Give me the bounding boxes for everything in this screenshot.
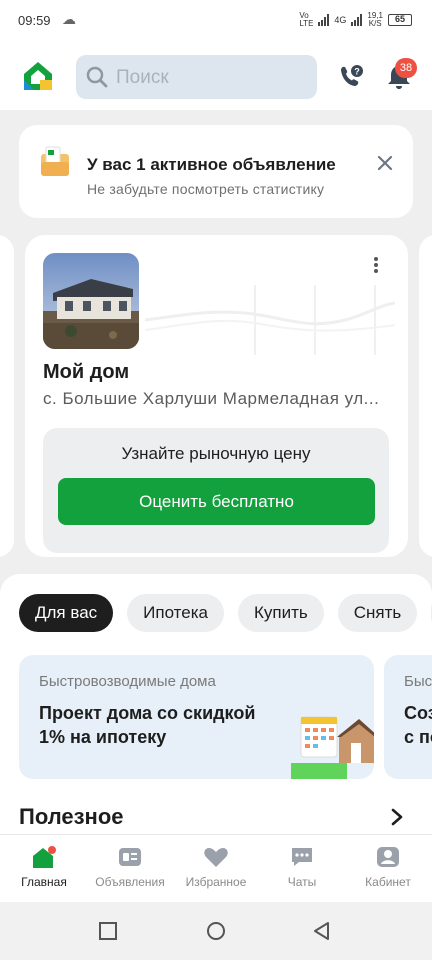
more-options-icon[interactable] [371, 255, 381, 277]
signal-icon-2 [351, 14, 363, 26]
listing-address: с. Большие Харлуши Мармеладная ул... [43, 389, 380, 408]
tab-home-label: Главная [21, 875, 67, 889]
tab-chats[interactable]: Чаты [259, 845, 345, 889]
feed-section: Для вас Ипотека Купить Снять Быстровозво… [0, 574, 432, 834]
search-field[interactable]: Поиск [76, 55, 317, 99]
call-help-icon[interactable]: ? [336, 62, 366, 92]
category-chips: Для вас Ипотека Купить Снять [19, 594, 432, 632]
chip-rent[interactable]: Снять [337, 594, 418, 632]
main-content[interactable]: У вас 1 активное объявление Не забудьте … [0, 110, 432, 834]
clock: 09:59 [18, 13, 51, 28]
search-placeholder: Поиск [116, 67, 169, 88]
tab-profile-label: Кабинет [365, 875, 411, 889]
tab-profile[interactable]: Кабинет [345, 845, 431, 889]
promo-headline: Проект дома со скидкой 1% на ипотеку [39, 703, 256, 747]
heart-icon [204, 848, 228, 867]
tab-favorites-label: Избранное [185, 875, 247, 889]
promo2-category: Быс [404, 673, 432, 690]
app-header: Поиск ? [0, 42, 432, 110]
promo2-headline: Созс по [404, 703, 432, 747]
promo-card-prefab-houses[interactable]: Быстровозводимые дома Проект дома со ски… [19, 655, 374, 779]
notice-subtitle: Не забудьте посмотреть статистику [87, 181, 325, 197]
close-icon[interactable] [377, 155, 393, 171]
tab-listings[interactable]: Объявления [87, 845, 173, 889]
market-price-hint: Узнайте рыночную цену [121, 444, 311, 463]
bottom-tab-bar: Главная Объявления Избранное Чаты Кабине… [0, 834, 432, 902]
tab-favorites[interactable]: Избранное [173, 845, 259, 889]
app-logo-icon[interactable] [20, 58, 56, 94]
back-triangle-icon[interactable] [312, 921, 332, 941]
chip-for-you[interactable]: Для вас [19, 594, 114, 632]
home-icon [33, 846, 56, 868]
chat-icon [292, 848, 312, 866]
chip-mortgage[interactable]: Ипотека [127, 594, 224, 632]
tab-chats-label: Чаты [287, 875, 317, 889]
listing-document-icon [41, 146, 69, 176]
listings-icon [119, 848, 141, 866]
system-navigation-bar [0, 902, 432, 960]
battery-icon: 65 [388, 14, 412, 26]
promo-category: Быстровозводимые дома [39, 673, 216, 690]
active-listing-notice[interactable]: У вас 1 активное объявление Не забудьте … [19, 125, 413, 218]
my-home-card[interactable]: Мой дом с. Большие Харлуши Мармеладная у… [25, 235, 408, 557]
house-photo [43, 253, 139, 349]
listing-name: Мой дом [43, 361, 130, 383]
price-chart-decoration [145, 285, 395, 355]
previous-card-peek[interactable] [0, 235, 14, 557]
cloud-icon: ☁ [62, 11, 76, 27]
tab-home[interactable]: Главная [1, 845, 87, 889]
network-type: 4G [334, 15, 347, 25]
network-speed: 19,1 K/S [367, 11, 383, 28]
promo-house-calendar-illustration [291, 716, 374, 779]
volte-icon: Vo LTE [299, 11, 314, 28]
signal-icon [318, 14, 330, 26]
notification-badge: 38 [395, 58, 417, 78]
recents-square-icon[interactable] [98, 921, 118, 941]
section-title-useful: Полезное [19, 804, 124, 829]
evaluate-free-button[interactable]: Оценить бесплатно [58, 478, 375, 525]
chevron-right-icon[interactable] [390, 808, 404, 826]
profile-icon [377, 847, 399, 867]
market-price-box: Узнайте рыночную цену Оценить бесплатно [43, 428, 389, 553]
status-bar: 09:59 ☁ Vo LTE 4G 19,1 K/S 65 [0, 0, 432, 42]
search-icon [86, 66, 108, 88]
status-indicators: Vo LTE 4G 19,1 K/S 65 [299, 12, 412, 28]
home-circle-icon[interactable] [206, 921, 226, 941]
tab-listings-label: Объявления [95, 875, 165, 889]
next-card-peek[interactable] [419, 235, 432, 557]
svg-text:?: ? [354, 67, 360, 77]
chip-buy[interactable]: Купить [237, 594, 324, 632]
promo-card-next-peek[interactable]: Быс Созс по [384, 655, 432, 779]
notice-title: У вас 1 активное объявление [87, 155, 336, 174]
